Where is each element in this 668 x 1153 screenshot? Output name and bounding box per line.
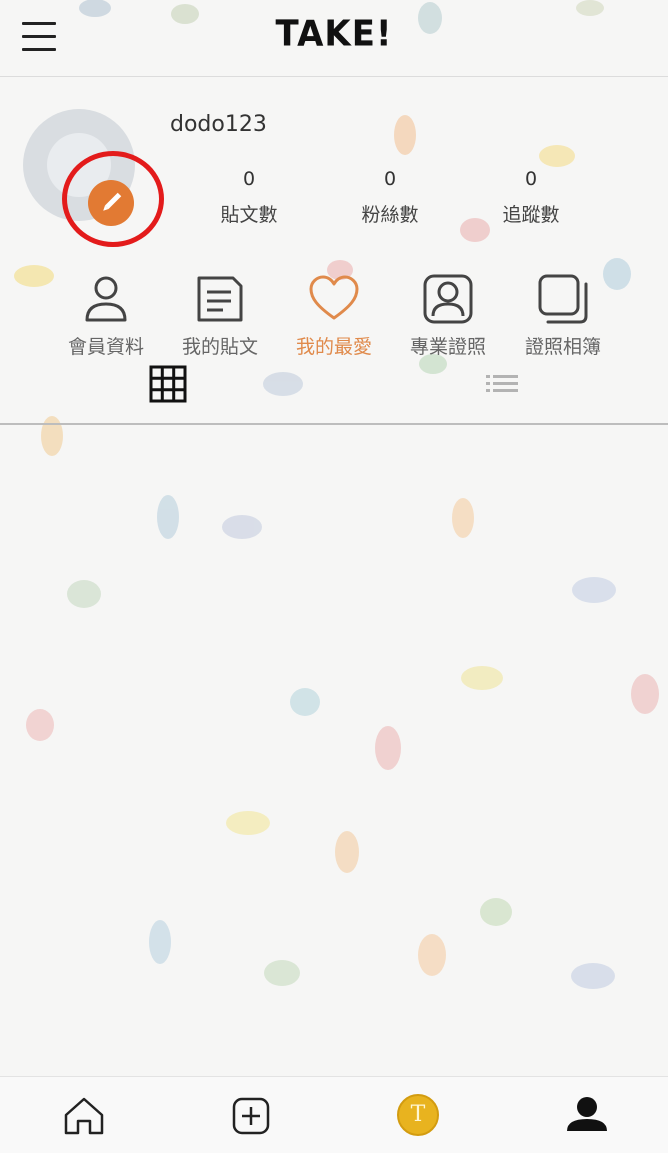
album-icon <box>538 274 588 324</box>
tab-home[interactable] <box>59 1091 109 1141</box>
edit-avatar-button[interactable] <box>88 180 134 226</box>
stat-posts[interactable]: 0 貼文數 <box>194 166 304 227</box>
profile-icon <box>567 1097 607 1131</box>
nav-member-profile[interactable]: 會員資料 <box>49 272 163 359</box>
nav-my-posts[interactable]: 我的貼文 <box>163 272 277 359</box>
stat-posts-label: 貼文數 <box>220 204 278 226</box>
stat-followers-label: 粉絲數 <box>361 204 419 226</box>
nav-my-favorites[interactable]: 我的最愛 <box>277 272 391 359</box>
certificate-icon <box>423 274 473 324</box>
username: dodo123 <box>170 112 267 137</box>
nav-label: 證照相簿 <box>524 336 601 358</box>
stat-followers[interactable]: 0 粉絲數 <box>335 166 445 227</box>
list-view-toggle[interactable] <box>482 364 522 404</box>
coin-icon: T <box>397 1094 439 1136</box>
stat-following-label: 追蹤數 <box>502 204 560 226</box>
bottom-tab-bar: T <box>0 1076 668 1153</box>
app-header: TAKE! <box>0 0 668 77</box>
post-icon <box>197 276 243 322</box>
list-icon <box>486 375 518 392</box>
stat-posts-value: 0 <box>242 168 256 190</box>
home-icon <box>64 1097 104 1135</box>
stat-following[interactable]: 0 追蹤數 <box>476 166 586 227</box>
nav-label: 我的最愛 <box>295 336 372 358</box>
nav-label: 專業證照 <box>409 336 486 358</box>
edit-avatar-wrapper <box>62 151 164 247</box>
add-icon <box>232 1097 270 1135</box>
tab-add-post[interactable] <box>226 1091 276 1141</box>
tab-coin[interactable]: T <box>394 1091 444 1141</box>
stat-following-value: 0 <box>524 168 538 190</box>
user-icon <box>85 276 127 322</box>
grid-view-toggle[interactable] <box>148 364 188 404</box>
nav-label: 我的貼文 <box>181 336 258 358</box>
heart-icon <box>309 275 359 320</box>
tab-profile[interactable] <box>562 1091 612 1141</box>
content-divider <box>0 423 668 425</box>
nav-label: 會員資料 <box>67 336 144 358</box>
stat-followers-value: 0 <box>383 168 397 190</box>
app-logo: TAKE! <box>275 13 393 55</box>
nav-license-album[interactable]: 證照相簿 <box>506 272 620 359</box>
nav-professional-license[interactable]: 專業證照 <box>391 272 505 359</box>
grid-icon <box>149 365 187 403</box>
pencil-icon <box>103 192 122 211</box>
